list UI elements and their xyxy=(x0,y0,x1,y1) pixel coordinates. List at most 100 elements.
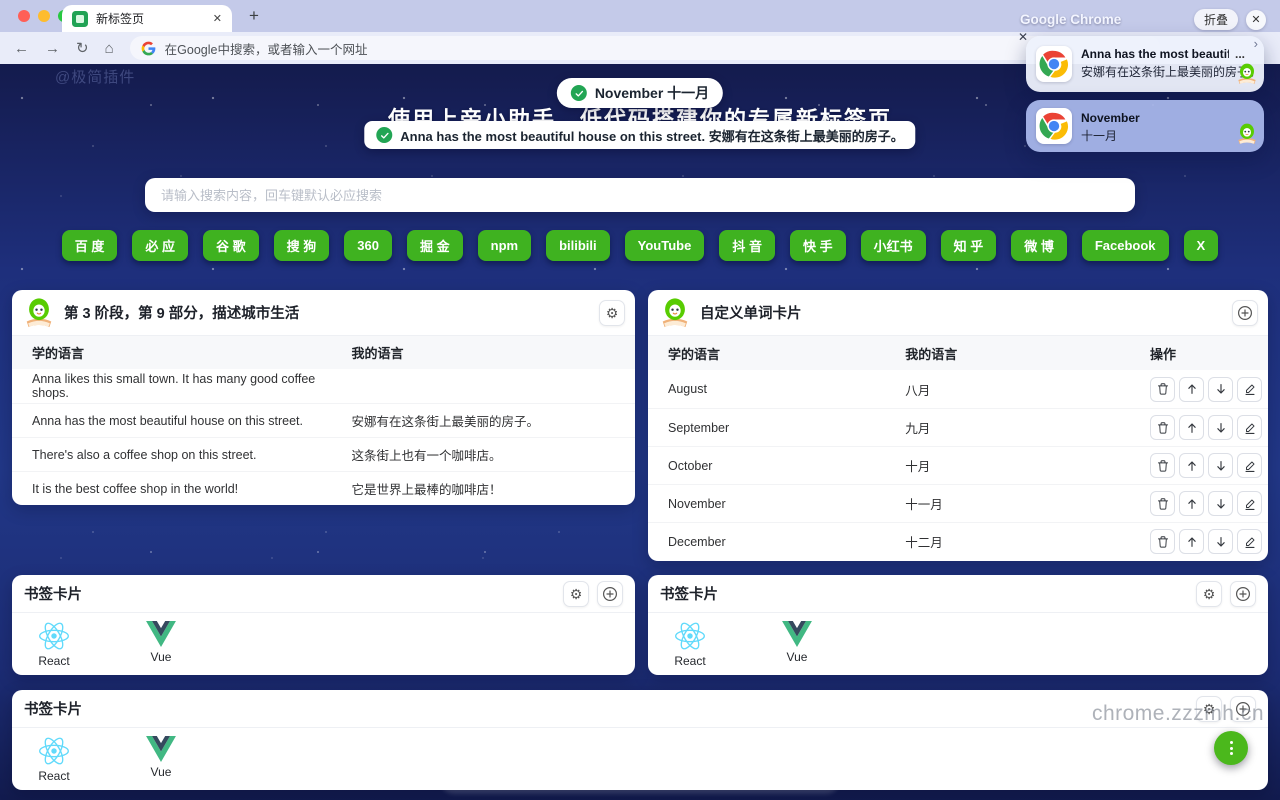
add-word-button[interactable] xyxy=(1232,300,1258,326)
quick-link-weibo[interactable]: 微 博 xyxy=(1011,230,1067,261)
delete-word-button[interactable] xyxy=(1150,415,1175,440)
edit-word-button[interactable] xyxy=(1237,491,1262,516)
word-row: September 九月 xyxy=(648,408,1268,446)
quick-link-sogou[interactable]: 搜 狗 xyxy=(274,230,330,261)
move-up-button[interactable] xyxy=(1179,453,1204,478)
lesson-row: Anna has the most beautiful house on thi… xyxy=(12,403,635,437)
notification-card-november[interactable]: November 十一月 xyxy=(1026,100,1264,152)
gear-icon: ⚙ xyxy=(606,306,619,320)
move-up-button[interactable] xyxy=(1179,529,1204,554)
add-bookmark-button[interactable] xyxy=(1230,581,1256,607)
bookmark-item-react[interactable]: React xyxy=(650,621,730,668)
react-icon xyxy=(38,621,70,651)
trash-icon xyxy=(1156,382,1170,396)
move-up-button[interactable] xyxy=(1179,415,1204,440)
bookmark-label: React xyxy=(674,654,705,668)
lesson-settings-button[interactable]: ⚙ xyxy=(599,300,625,326)
toast-text: November 十一月 xyxy=(595,83,709,103)
edit-word-button[interactable] xyxy=(1237,377,1262,402)
cell-en: August xyxy=(648,382,905,396)
bookmark-item-vue[interactable]: Vue xyxy=(121,736,201,783)
col-my-language: 我的语言 xyxy=(352,343,635,362)
bookmark-item-react[interactable]: React xyxy=(14,621,94,668)
minimize-window-button[interactable] xyxy=(38,10,50,22)
move-down-button[interactable] xyxy=(1208,453,1233,478)
edit-word-button[interactable] xyxy=(1237,529,1262,554)
gear-icon: ⚙ xyxy=(570,587,583,601)
cell-en: November xyxy=(648,497,905,511)
notification-title: Anna has the most beautiful hous xyxy=(1081,47,1229,61)
quick-link-360[interactable]: 360 xyxy=(344,230,392,261)
plus-circle-icon xyxy=(1235,586,1251,602)
quick-link-npm[interactable]: npm xyxy=(478,230,531,261)
quick-link-youtube[interactable]: YouTube xyxy=(625,230,705,261)
bookmark-item-react[interactable]: React xyxy=(14,736,94,783)
collapse-notifications-button[interactable]: 折叠 xyxy=(1194,9,1238,30)
chrome-app-tile xyxy=(1036,108,1072,144)
edit-word-button[interactable] xyxy=(1237,453,1262,478)
quick-link-baidu[interactable]: 百 度 xyxy=(62,230,118,261)
lesson-table-header: 学的语言 我的语言 xyxy=(12,336,635,369)
close-icon[interactable]: ✕ xyxy=(1018,30,1028,44)
forward-icon[interactable]: → xyxy=(45,41,60,56)
lesson-card: 第 3 阶段，第 9 部分，描述城市生活 ⚙ 学的语言 我的语言 Anna li… xyxy=(12,290,635,505)
notification-more: ... xyxy=(1235,47,1245,61)
arrow-down-icon xyxy=(1214,459,1228,473)
toast-text: Anna has the most beautiful house on thi… xyxy=(400,126,903,145)
quick-link-xiaohongshu[interactable]: 小红书 xyxy=(861,230,926,261)
quick-link-douyin[interactable]: 抖 音 xyxy=(719,230,775,261)
notification-card-anna[interactable]: ✕ › Anna has the most beautiful hous ...… xyxy=(1026,36,1264,92)
quick-links-row: 百 度 必 应 谷 歌 搜 狗 360 掘 金 npm bilibili You… xyxy=(0,230,1280,261)
quick-link-x[interactable]: X xyxy=(1184,230,1219,261)
cell-zh: 十二月 xyxy=(905,532,1150,551)
lesson-row: It is the best coffee shop in the world!… xyxy=(12,471,635,505)
bookmark-item-vue[interactable]: Vue xyxy=(121,621,201,668)
add-bookmark-button[interactable] xyxy=(597,581,623,607)
edit-word-button[interactable] xyxy=(1237,415,1262,440)
move-down-button[interactable] xyxy=(1208,415,1233,440)
bookmark-item-vue[interactable]: Vue xyxy=(757,621,837,668)
move-down-button[interactable] xyxy=(1208,377,1233,402)
close-notifications-button[interactable]: ✕ xyxy=(1246,10,1266,30)
floating-menu-button[interactable] xyxy=(1214,731,1248,765)
edit-icon xyxy=(1243,497,1257,511)
move-up-button[interactable] xyxy=(1179,491,1204,516)
home-icon[interactable]: ⌂ xyxy=(105,41,114,56)
bookmark-label: Vue xyxy=(151,765,172,779)
bottom-glow xyxy=(440,766,840,794)
quick-link-bilibili[interactable]: bilibili xyxy=(546,230,610,261)
tab-new-tab-page[interactable]: 新标签页 ✕ xyxy=(62,5,232,32)
back-icon[interactable]: ← xyxy=(14,41,29,56)
cell-zh: 十月 xyxy=(905,456,1150,475)
close-window-button[interactable] xyxy=(18,10,30,22)
delete-word-button[interactable] xyxy=(1150,377,1175,402)
quick-link-bing[interactable]: 必 应 xyxy=(132,230,188,261)
delete-word-button[interactable] xyxy=(1150,453,1175,478)
delete-word-button[interactable] xyxy=(1150,491,1175,516)
move-down-button[interactable] xyxy=(1208,491,1233,516)
bookmark-settings-button[interactable]: ⚙ xyxy=(563,581,589,607)
browser-window: 新标签页 ✕ + ← → ↻ ⌂ 在Google中搜索，或者输入一个网址 @极简… xyxy=(0,0,1280,800)
col-actions: 操作 xyxy=(1150,344,1268,363)
plus-circle-icon xyxy=(602,586,618,602)
quick-link-facebook[interactable]: Facebook xyxy=(1082,230,1169,261)
quick-link-juejin[interactable]: 掘 金 xyxy=(407,230,463,261)
move-down-button[interactable] xyxy=(1208,529,1233,554)
watermark-bottom: chrome.zzzmh.cn xyxy=(1092,702,1264,726)
bookmark-card-right: 书签卡片 ⚙ React Vue xyxy=(648,575,1268,675)
bookmark-settings-button[interactable]: ⚙ xyxy=(1196,581,1222,607)
quick-link-kuaishou[interactable]: 快 手 xyxy=(790,230,846,261)
move-up-button[interactable] xyxy=(1179,377,1204,402)
chevron-right-icon[interactable]: › xyxy=(1254,36,1258,51)
quick-link-zhihu[interactable]: 知 乎 xyxy=(941,230,997,261)
cell-zh: 这条街上也有一个咖啡店。 xyxy=(352,445,635,464)
edit-icon xyxy=(1243,459,1257,473)
tab-close-icon[interactable]: ✕ xyxy=(213,12,222,25)
quick-link-google[interactable]: 谷 歌 xyxy=(203,230,259,261)
search-input[interactable] xyxy=(145,178,1135,212)
address-bar[interactable]: 在Google中搜索，或者输入一个网址 xyxy=(130,36,1160,60)
delete-word-button[interactable] xyxy=(1150,529,1175,554)
reload-icon[interactable]: ↻ xyxy=(76,41,89,56)
word-row: December 十二月 xyxy=(648,522,1268,560)
new-tab-button[interactable]: + xyxy=(242,4,266,28)
